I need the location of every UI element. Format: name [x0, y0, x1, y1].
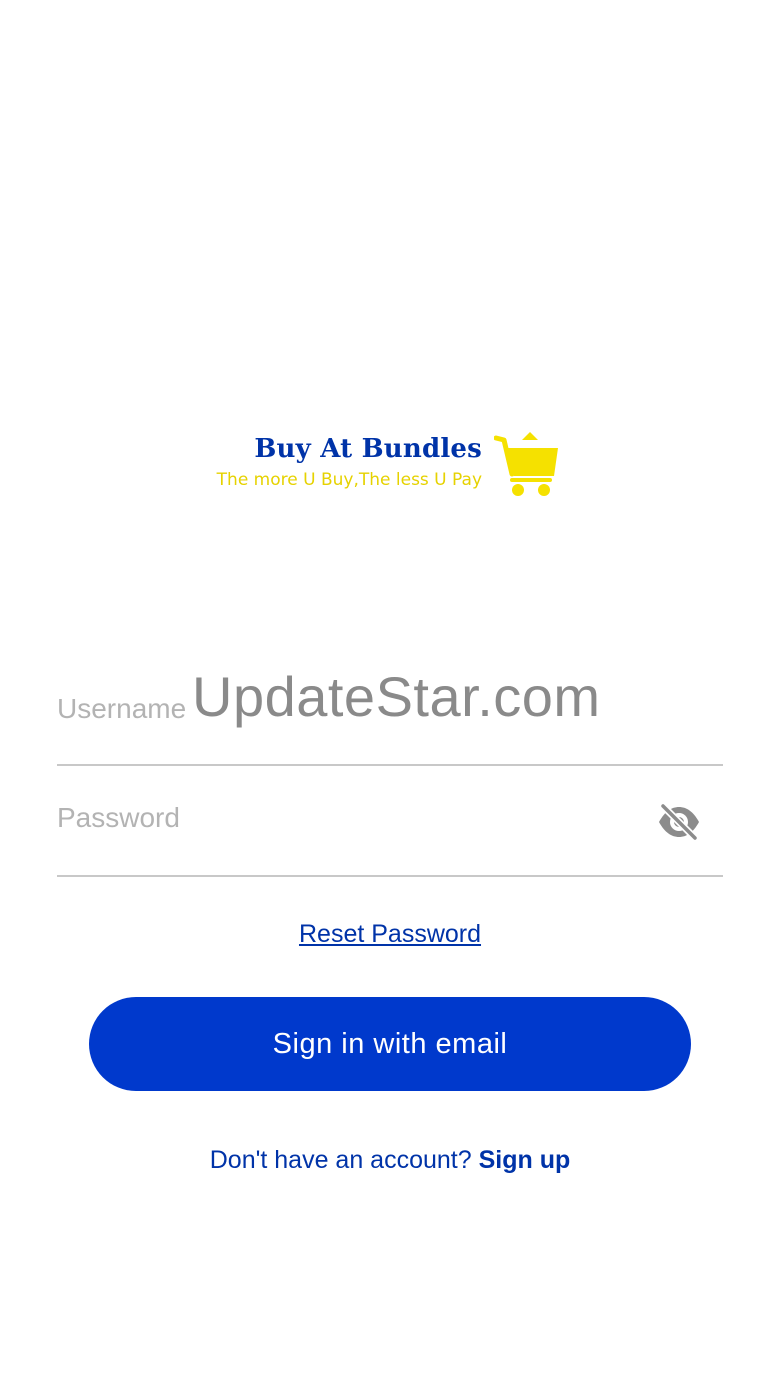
signup-prompt-text: Don't have an account?	[209, 1146, 472, 1174]
username-label: Username	[57, 693, 187, 724]
signup-prompt-line: Don't have an account? Sign up	[0, 1146, 780, 1175]
username-field[interactable]: Username UpdateStar.com	[57, 650, 723, 766]
sign-up-link[interactable]: Sign up	[479, 1146, 571, 1174]
logo-tagline: The more U Buy,The less U Pay	[216, 470, 482, 490]
password-field[interactable]: Password	[57, 766, 723, 877]
logo-title: Buy At Bundles	[254, 434, 482, 464]
eye-off-icon[interactable]	[657, 802, 701, 842]
app-logo: Buy At Bundles The more U Buy,The less U…	[212, 428, 572, 504]
reset-password-link[interactable]: Reset Password	[0, 920, 780, 949]
sign-in-with-email-button[interactable]: Sign in with email	[89, 997, 691, 1091]
password-label: Password	[57, 802, 180, 833]
login-screen: Buy At Bundles The more U Buy,The less U…	[0, 0, 780, 1387]
username-input-value[interactable]: UpdateStar.com	[192, 664, 601, 729]
shopping-cart-icon	[494, 432, 558, 496]
